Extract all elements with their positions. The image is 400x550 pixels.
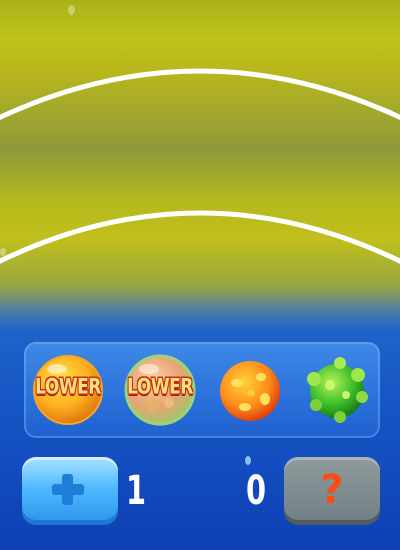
green-spiky-ball[interactable] [300,353,374,427]
add-count: 1 [126,468,147,514]
hint-count: 0 [246,468,267,514]
sparkle [68,5,75,15]
plus-icon-bar [62,474,73,505]
hint-button[interactable]: ? [284,457,380,525]
green-spiky-ball-icon [307,357,368,423]
add-button[interactable] [22,457,118,525]
sparkle [0,248,6,256]
lower-label: LOWER [35,374,101,400]
sparkle [245,456,251,465]
lower-orb-pink[interactable]: LOWER [123,353,197,427]
question-mark-icon: ? [320,467,344,513]
orange-spotted-ball[interactable] [213,353,287,427]
orange-spotted-ball-icon [220,361,280,421]
background-arcs [0,68,400,264]
lower-label: LOWER [127,374,193,400]
lower-orb-orange[interactable]: LOWER [31,353,105,427]
